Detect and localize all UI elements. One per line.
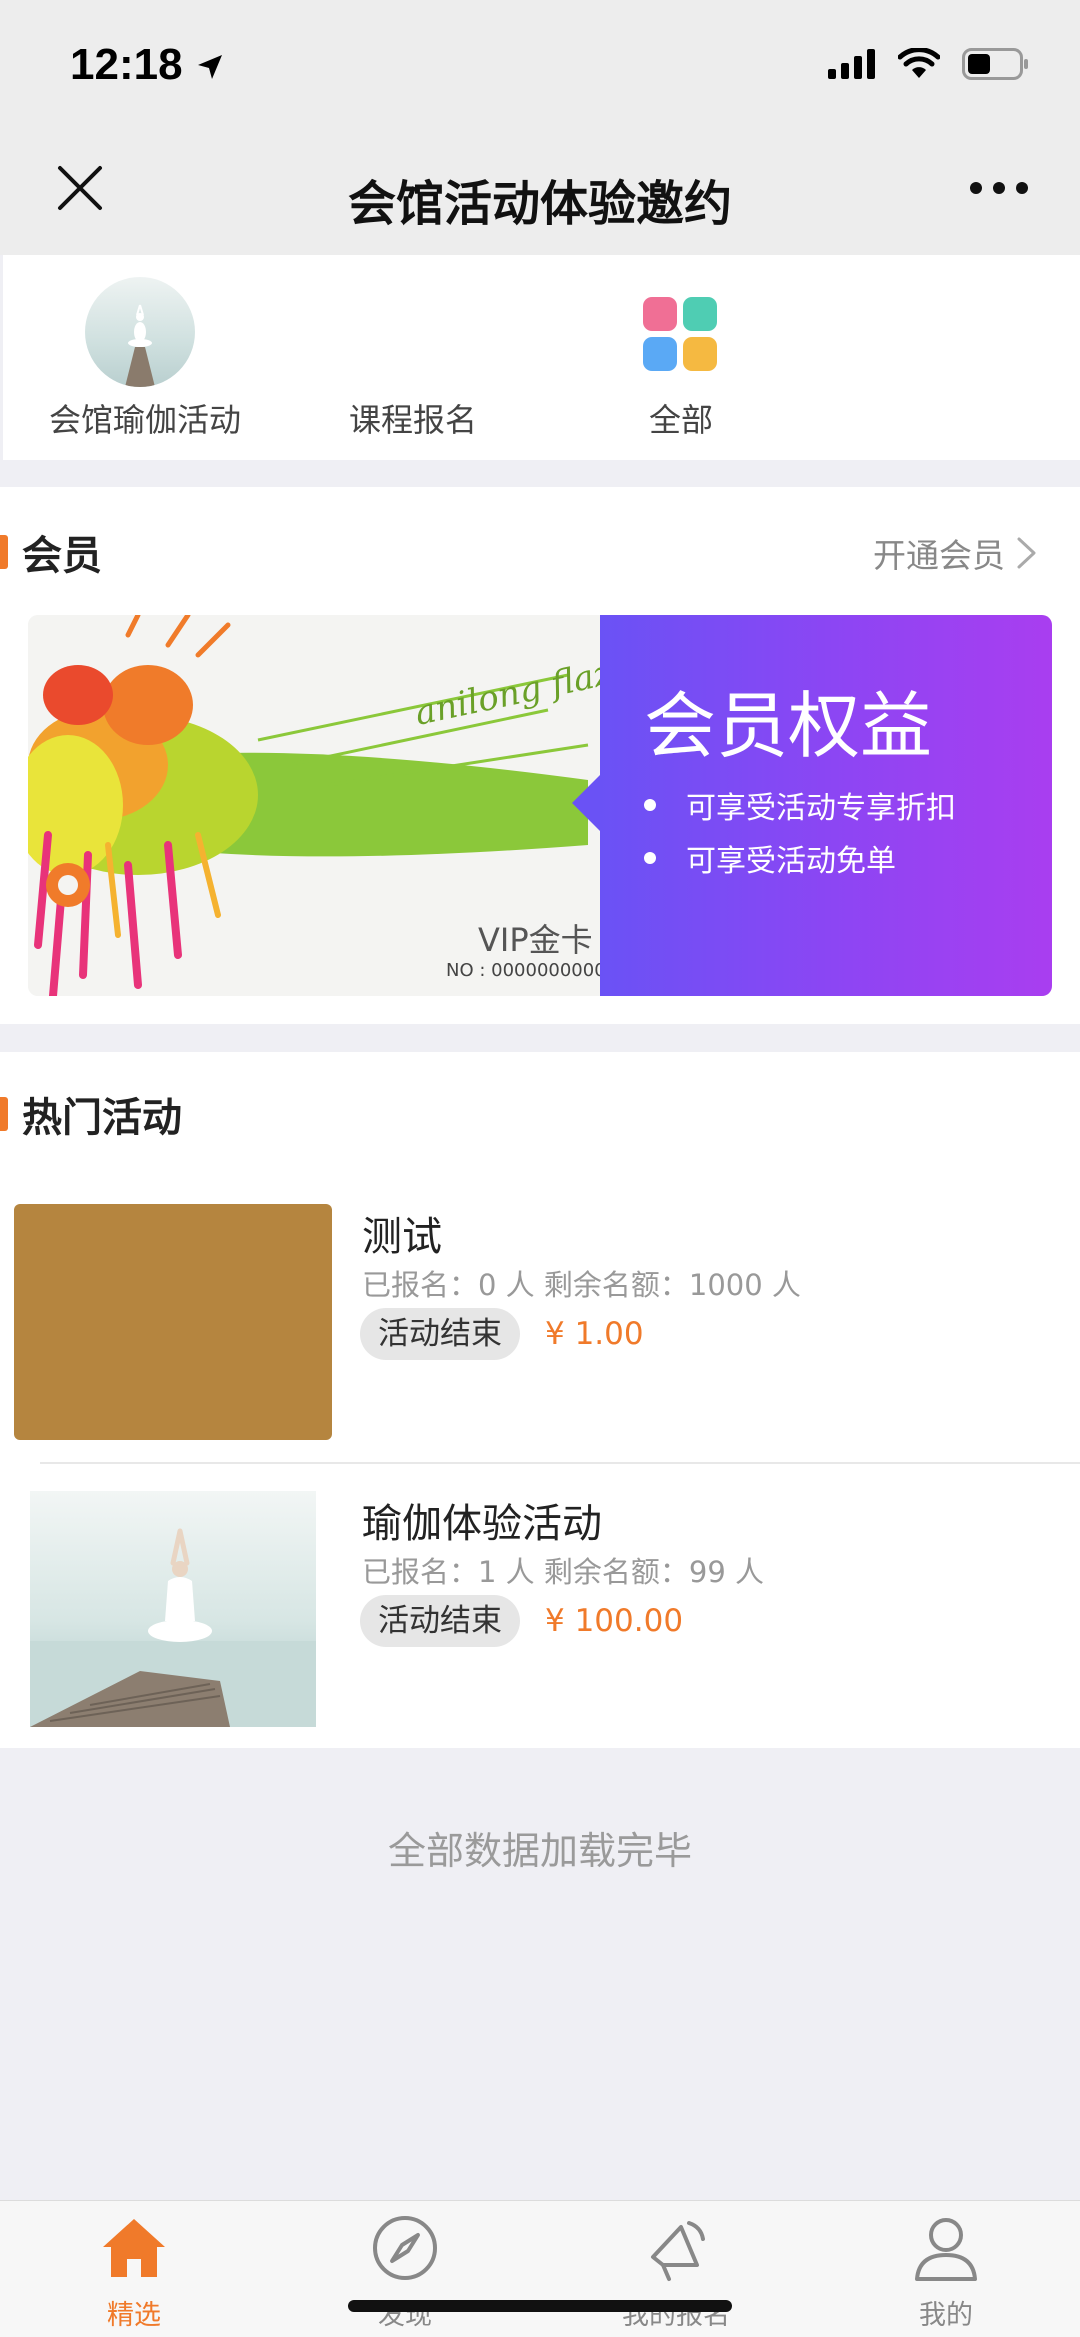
more-icon[interactable] [968, 178, 1030, 198]
vip-benefits-heading: 会员权益 [644, 684, 933, 768]
wifi-icon [898, 48, 940, 78]
hot-activities-section: 热门活动 测试 已报名：0 人 剩余名额：1000 人 活动结束 ¥ 1.00 [0, 1052, 1080, 1748]
signal-icon [828, 49, 875, 79]
vip-panel-notch [572, 775, 600, 831]
tab-label: 精选 [107, 2300, 161, 2331]
shortcut-row: 会馆瑜伽活动 课程报名 全部 [3, 255, 1080, 460]
activity-signup-meta: 已报名：0 人 剩余名额：1000 人 [362, 1268, 801, 1302]
tab-my-signups[interactable]: 我的报名 [586, 2213, 766, 2333]
status-icons [828, 48, 1030, 80]
user-icon [915, 2218, 977, 2281]
vip-gold-text: VIP金卡 [478, 921, 593, 959]
activity-title: 测试 [362, 1214, 442, 1260]
page-title: 会馆活动体验邀约 [347, 176, 732, 232]
section-accent-bar [0, 1097, 8, 1131]
activity-signup-meta: 已报名：1 人 剩余名额：99 人 [362, 1555, 765, 1589]
tab-discover[interactable]: 发现 [315, 2213, 495, 2333]
tab-label: 发现 [378, 2300, 432, 2331]
section-accent-bar [0, 535, 8, 569]
status-time: 12:18 [70, 40, 225, 90]
shortcut-label: 课程报名 [348, 401, 477, 439]
tab-label: 我的 [919, 2300, 973, 2331]
vip-benefits-panel: 会员权益 可享受活动专享折扣 可享受活动免单 [600, 615, 1052, 996]
member-title: 会员 [22, 533, 102, 579]
activity-status-badge: 活动结束 [360, 1308, 520, 1360]
tab-featured[interactable]: 精选 [44, 2213, 224, 2333]
activity-price: ¥ 100.00 [545, 1603, 684, 1639]
megaphone-icon [651, 2221, 705, 2281]
activity-price: ¥ 1.00 [545, 1316, 644, 1352]
shortcut-label: 全部 [648, 401, 713, 439]
activity-title: 瑜伽体验活动 [362, 1501, 602, 1547]
chevron-right-icon[interactable] [1014, 535, 1040, 571]
tab-me[interactable]: 我的 [856, 2213, 1036, 2333]
battery-icon [962, 48, 1028, 80]
activity-status-badge: 活动结束 [360, 1595, 520, 1647]
activity-item[interactable]: 测试 已报名：0 人 剩余名额：1000 人 活动结束 ¥ 1.00 [0, 1202, 1080, 1472]
bottom-tab-bar: 精选 发现 我的报名 我的 [0, 2200, 1080, 2337]
activity-thumbnail [14, 1204, 332, 1440]
status-bar: 12:18 [0, 0, 1080, 130]
home-indicator [348, 2300, 732, 2312]
grid-apps-icon [643, 297, 719, 373]
activity-thumbnail [30, 1491, 316, 1727]
benefit-item: 可享受活动专享折扣 [644, 783, 956, 836]
benefit-item: 可享受活动免单 [644, 836, 956, 889]
shortcut-label: 会馆瑜伽活动 [48, 401, 241, 439]
divider [40, 1462, 1080, 1464]
nav-bar: 会馆活动体验邀约 [0, 130, 1080, 255]
compass-icon [373, 2216, 437, 2280]
vip-benefits-list: 可享受活动专享折扣 可享受活动免单 [644, 783, 956, 889]
load-complete-note: 全部数据加载完毕 [387, 1829, 692, 1873]
vip-card-banner[interactable]: anilong flaz VIP金卡 NO : 000000000001 会员权… [28, 615, 1052, 996]
yoga-avatar [85, 277, 195, 387]
activity-item[interactable]: 瑜伽体验活动 已报名：1 人 剩余名额：99 人 活动结束 ¥ 100.00 [0, 1489, 1080, 1759]
location-arrow-icon [197, 55, 222, 80]
home-icon [103, 2219, 165, 2277]
member-section: 会员 开通会员 anilong flaz VIP金卡 NO : 00000000… [0, 487, 1080, 1024]
hot-activities-title: 热门活动 [22, 1095, 182, 1141]
open-member-link[interactable]: 开通会员 [873, 529, 1005, 577]
tab-label: 我的报名 [622, 2300, 730, 2331]
